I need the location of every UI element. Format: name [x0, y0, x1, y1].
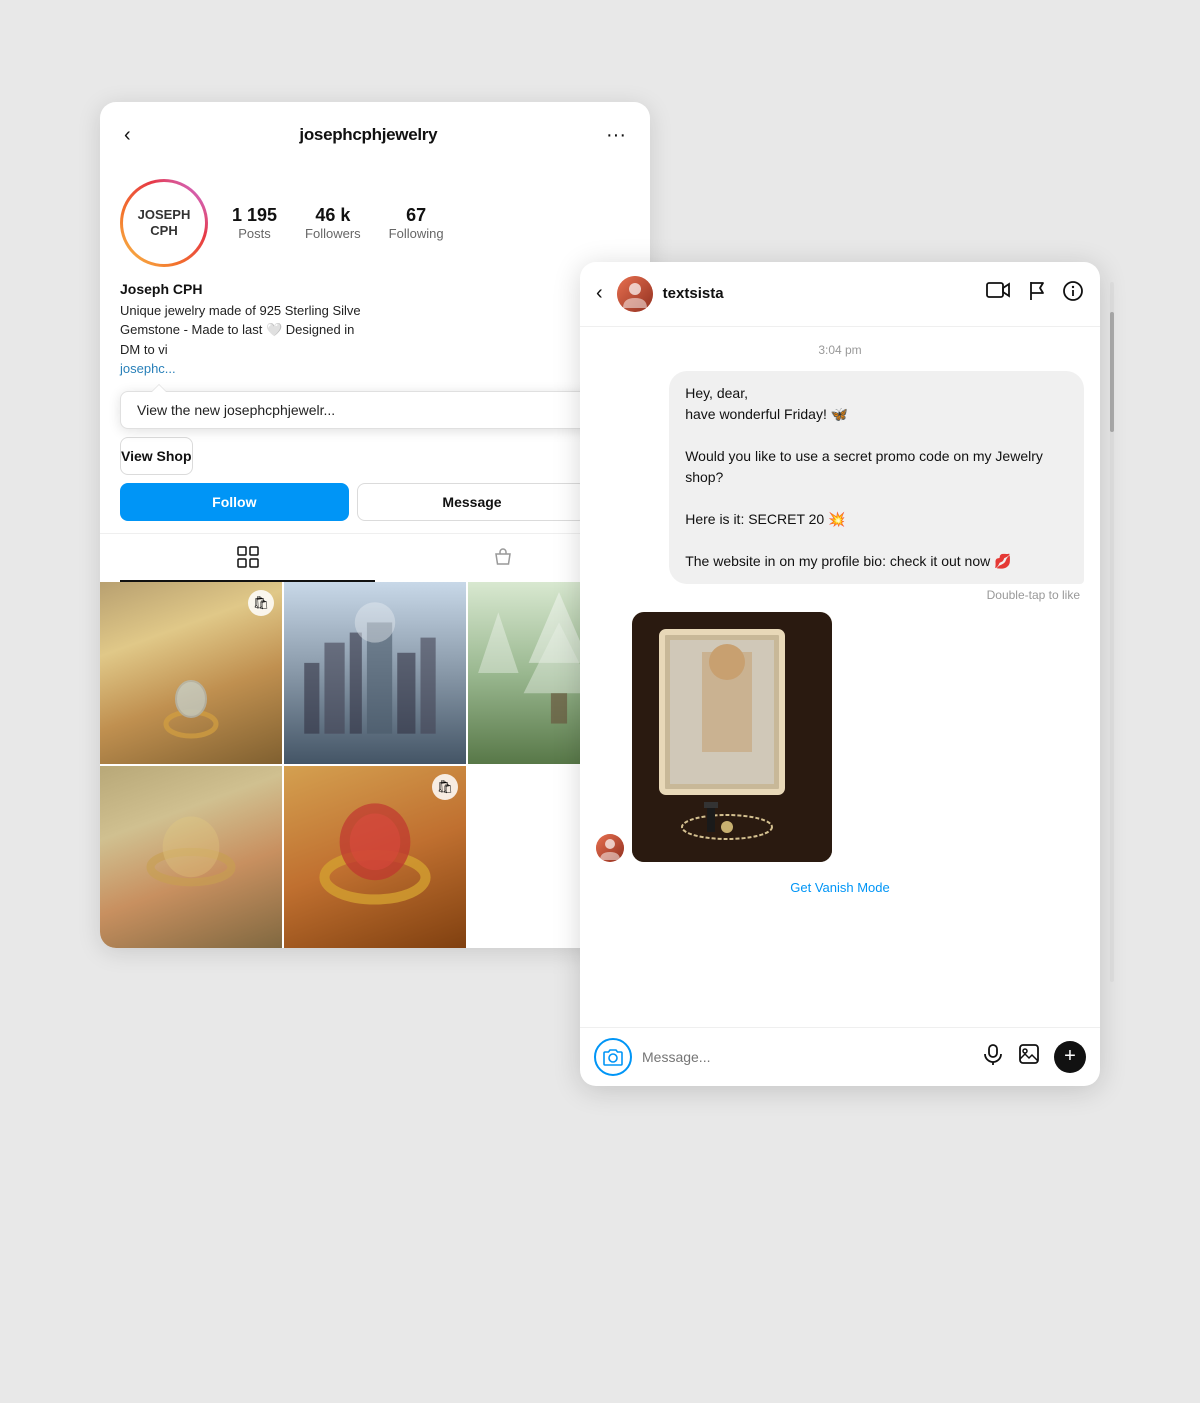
dm-back-button[interactable]: ‹ — [596, 282, 603, 305]
camera-button[interactable] — [594, 1038, 632, 1076]
profile-card: ‹ josephcphjewelry ··· JOSEPH CPH 1 195 … — [100, 102, 650, 948]
camera-icon — [603, 1048, 623, 1066]
following-count: 67 — [406, 205, 426, 226]
avatar-line1: JOSEPH — [138, 207, 191, 223]
dm-avatar[interactable] — [617, 276, 653, 312]
profile-stats-row: JOSEPH CPH 1 195 Posts 46 k Followers 67… — [100, 161, 650, 277]
followers-stat[interactable]: 46 k Followers — [305, 205, 361, 241]
following-label: Following — [389, 226, 444, 241]
image-icon[interactable] — [1018, 1043, 1040, 1071]
dm-input-actions: + — [982, 1041, 1086, 1073]
photo-cell-5[interactable]: 🛍 — [284, 766, 466, 948]
profile-bio: Joseph CPH Unique jewelry made of 925 St… — [100, 277, 650, 391]
message-bubble[interactable]: Hey, dear,have wonderful Friday! 🦋Would … — [669, 371, 1084, 584]
avatar-line2: CPH — [138, 223, 191, 239]
follow-button[interactable]: Follow — [120, 483, 349, 521]
photo-grid: 🛍 — [100, 582, 650, 948]
microphone-icon[interactable] — [982, 1043, 1004, 1071]
dm-input-bar: + — [580, 1027, 1100, 1086]
posts-label: Posts — [238, 226, 271, 241]
shop-icon — [492, 547, 514, 569]
message-button[interactable]: Message — [357, 483, 588, 521]
dm-header: ‹ textsista — [580, 262, 1100, 327]
photo-cell-1[interactable]: 🛍 — [100, 582, 282, 764]
dm-header-actions — [986, 280, 1084, 308]
vanish-mode-button[interactable]: Get Vanish Mode — [596, 872, 1084, 903]
dm-image-message — [596, 612, 1084, 862]
plus-icon: + — [1064, 1045, 1076, 1068]
shop-badge-1: 🛍 — [248, 590, 274, 616]
bio-link[interactable]: josephc... — [120, 361, 176, 376]
bio-description: Unique jewelry made of 925 Sterling Silv… — [120, 301, 630, 379]
dm-shared-image[interactable] — [632, 612, 832, 862]
bio-display-name: Joseph CPH — [120, 281, 630, 297]
autocomplete-dropdown[interactable]: View the new josephcphjewelr... — [120, 391, 630, 429]
shop-badge-5: 🛍 — [432, 774, 458, 800]
photo-cell-2[interactable] — [284, 582, 466, 764]
info-icon[interactable] — [1062, 280, 1084, 308]
view-shop-button[interactable]: View Shop — [120, 437, 193, 475]
sender-avatar — [596, 834, 624, 862]
message-bubble-wrap: Hey, dear,have wonderful Friday! 🦋Would … — [596, 371, 1084, 584]
followers-label: Followers — [305, 226, 361, 241]
message-text: Hey, dear,have wonderful Friday! 🦋Would … — [685, 385, 1043, 569]
posts-count: 1 195 — [232, 205, 277, 226]
add-content-button[interactable]: + — [1054, 1041, 1086, 1073]
dm-username: textsista — [663, 285, 976, 302]
double-tap-hint: Double-tap to like — [596, 588, 1084, 602]
action-row: Follow Message › — [100, 483, 650, 533]
profile-header: ‹ josephcphjewelry ··· — [100, 102, 650, 161]
flag-icon[interactable] — [1026, 280, 1048, 308]
scrollbar-thumb[interactable] — [1110, 312, 1114, 432]
avatar[interactable]: JOSEPH CPH — [120, 179, 208, 267]
video-call-icon[interactable] — [986, 281, 1012, 307]
tab-grid[interactable] — [120, 534, 375, 582]
scrollbar[interactable] — [1110, 282, 1114, 982]
more-options-button[interactable]: ··· — [602, 120, 630, 151]
followers-count: 46 k — [315, 205, 350, 226]
message-input[interactable] — [642, 1049, 972, 1065]
tooltip-text: View the new josephcphjewelr... — [137, 402, 335, 418]
dm-card: ‹ textsista — [580, 262, 1100, 1086]
dm-avatar-person-icon — [617, 276, 653, 312]
grid-icon — [237, 546, 259, 568]
dm-body: 3:04 pm Hey, dear,have wonderful Friday!… — [580, 327, 1100, 1027]
profile-username: josephcphjewelry — [299, 125, 437, 145]
posts-stat[interactable]: 1 195 Posts — [232, 205, 277, 241]
photo-cell-4[interactable] — [100, 766, 282, 948]
back-button[interactable]: ‹ — [120, 120, 135, 151]
stats-group: 1 195 Posts 46 k Followers 67 Following — [232, 205, 444, 241]
following-stat[interactable]: 67 Following — [389, 205, 444, 241]
profile-tabs — [100, 533, 650, 582]
message-time: 3:04 pm — [596, 343, 1084, 357]
